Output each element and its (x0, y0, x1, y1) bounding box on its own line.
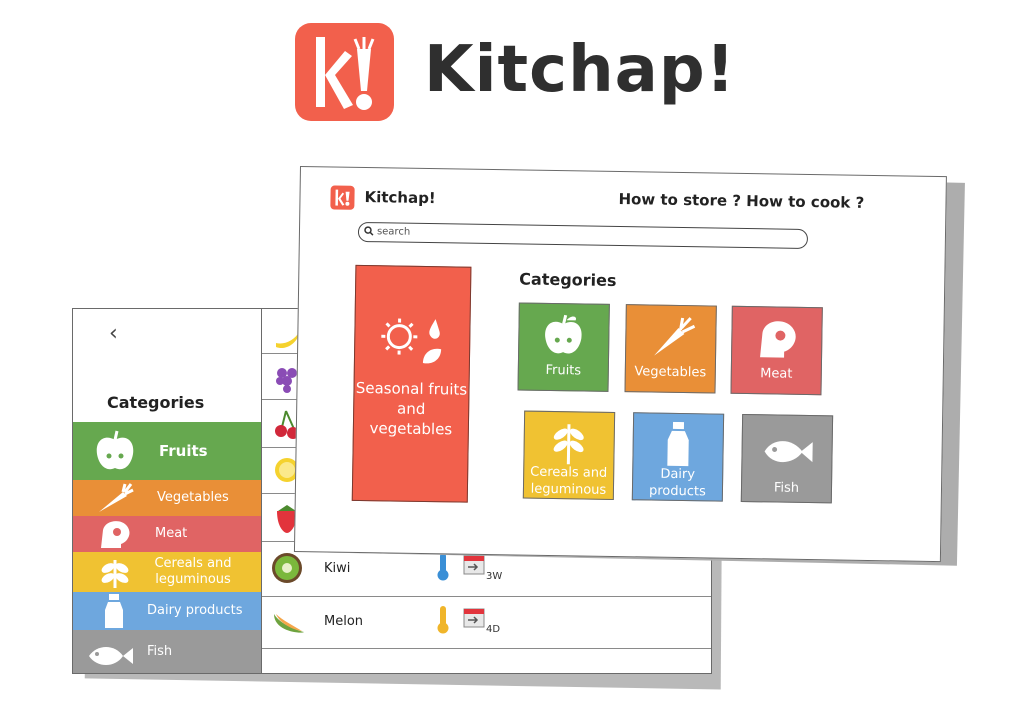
logo-mark-icon (335, 189, 350, 206)
calendar-icon (463, 555, 485, 575)
calendar-icon (463, 608, 485, 628)
tile-meat[interactable]: Meat (730, 305, 823, 396)
storage-duration: 3W (486, 571, 503, 582)
sun-drop-leaf-icon (381, 318, 442, 364)
kiwi-icon (272, 553, 302, 583)
tile-vegetables[interactable]: Vegetables (624, 304, 717, 394)
logo-mark-icon (316, 37, 375, 110)
tile-label: Dairy products (648, 466, 706, 500)
sidebar-item-label: Fish (147, 643, 173, 659)
sidebar-item-label: Vegetables (157, 490, 229, 505)
search-input[interactable] (376, 224, 798, 245)
sidebar-item-meat[interactable]: Meat (73, 516, 261, 552)
sidebar-item-label: Cereals and leguminous (154, 556, 232, 587)
sidebar-item-label: Fruits (159, 442, 208, 460)
steak-icon (101, 521, 130, 548)
hero-title: Kitchap! (424, 33, 736, 107)
tile-fruits[interactable]: Fruits (517, 302, 610, 392)
sidebar-item-label: Dairy products (147, 603, 243, 618)
melon-icon (274, 614, 304, 633)
product-name: Kiwi (324, 561, 351, 576)
search-bar[interactable] (357, 221, 809, 249)
fish-icon (764, 441, 813, 463)
tile-label: Vegetables (634, 364, 707, 381)
tile-label: Meat (760, 366, 793, 382)
categories-title: Categories (519, 269, 617, 290)
tile-label: Fruits (545, 362, 582, 379)
wheat-icon (553, 424, 584, 465)
tile-label: Cereals and leguminous (530, 464, 608, 498)
tile-label: Fish (773, 480, 800, 496)
thermometer-icon (437, 606, 449, 634)
product-name: Melon (324, 614, 364, 629)
brand-logo (295, 23, 394, 121)
tablet-screen: Kitchap! How to store ? How to cook ? Se… (293, 166, 947, 563)
apple-icon (96, 430, 134, 470)
wheat-icon (101, 560, 129, 588)
list-item[interactable]: Melon 4D (262, 596, 711, 649)
milk-bottle-icon (667, 421, 689, 467)
sidebar-item-fish[interactable]: Fish (73, 630, 261, 673)
fish-icon (89, 647, 133, 665)
app-logo (330, 185, 355, 210)
apple-icon (545, 314, 582, 354)
sidebar-item-label: Meat (155, 526, 188, 541)
tile-dairy[interactable]: Dairy products (631, 412, 725, 502)
seasonal-label: Seasonal fruits and vegetables (355, 378, 468, 439)
storage-duration: 4D (486, 624, 501, 635)
sidebar-item-dairy[interactable]: Dairy products (73, 592, 261, 630)
sidebar-categories-title: Categories (107, 393, 205, 412)
sidebar-item-vegetables[interactable]: Vegetables (73, 480, 261, 516)
tile-fish[interactable]: Fish (740, 413, 834, 504)
search-icon (364, 226, 374, 236)
category-sidebar: ‹ Categories Fruits Vegetables Meat Cere… (73, 309, 262, 673)
sidebar-item-fruits[interactable]: Fruits (73, 422, 261, 480)
app-title: Kitchap! (364, 188, 436, 208)
sidebar-item-cereals[interactable]: Cereals and leguminous (73, 552, 261, 592)
chevron-left-icon[interactable]: ‹ (109, 321, 118, 346)
steak-icon (760, 321, 796, 358)
tagline: How to store ? How to cook ? (618, 190, 865, 212)
milk-bottle-icon (105, 594, 123, 628)
carrot-icon (654, 317, 696, 356)
seasonal-button[interactable]: Seasonal fruits and vegetables (351, 264, 472, 503)
thermometer-icon (437, 553, 449, 581)
tile-cereals[interactable]: Cereals and leguminous (522, 410, 616, 500)
carrot-icon (99, 483, 134, 512)
